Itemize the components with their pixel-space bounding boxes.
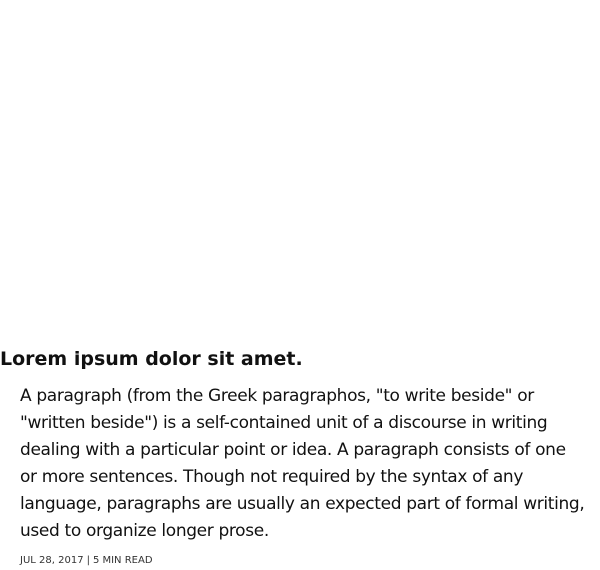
article-meta: JUL 28, 2017 | 5 MIN READ xyxy=(20,554,153,568)
article-title[interactable]: Lorem ipsum dolor sit amet. xyxy=(0,346,600,372)
article-date: JUL 28, 2017 xyxy=(20,555,84,566)
article-card: Lorem ipsum dolor sit amet. A paragraph … xyxy=(0,0,600,570)
article-image-placeholder xyxy=(0,0,600,340)
meta-separator: | xyxy=(86,555,90,566)
article-paragraph: A paragraph (from the Greek paragraphos,… xyxy=(20,386,585,541)
article-read-time: 5 MIN READ xyxy=(92,555,153,566)
